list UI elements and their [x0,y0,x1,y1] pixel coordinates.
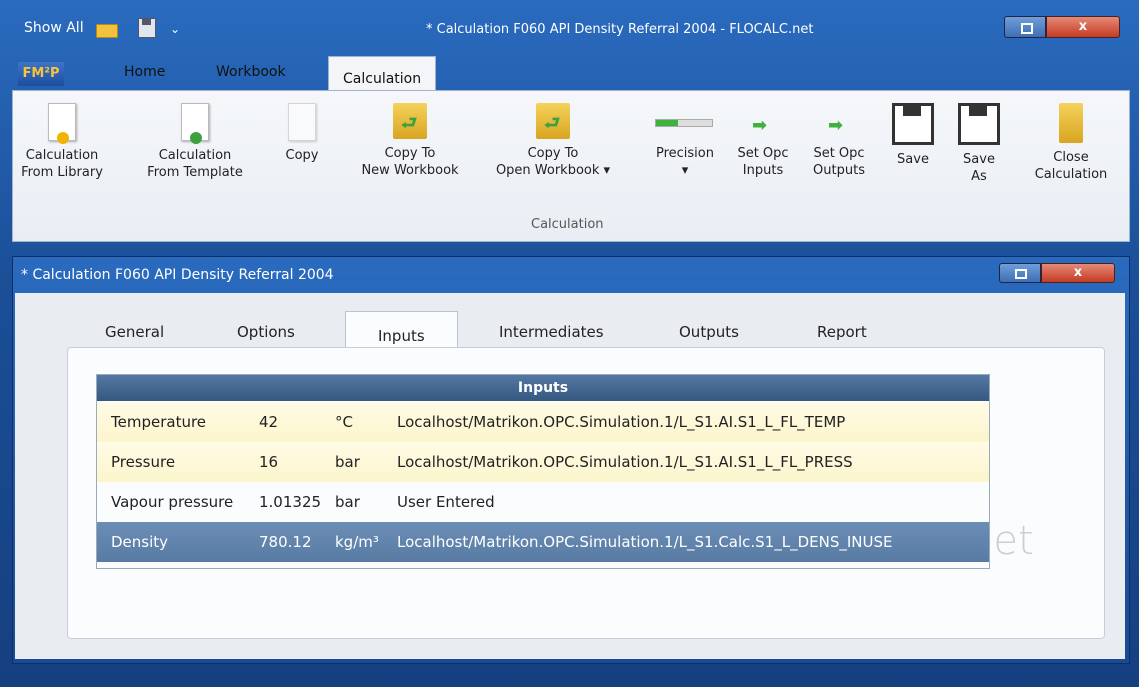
inputs-grid: Inputs Temperature 42 °C Localhost/Matri… [96,374,990,569]
floppy-disk-icon [892,103,934,145]
window-title: * Calculation F060 API Density Referral … [426,22,814,37]
button-label: New Workbook [361,163,459,178]
tab-options[interactable]: Options [237,323,295,341]
button-label: Set Opc [813,146,865,161]
button-label: Calculation [1034,167,1108,182]
copy-button[interactable]: Copy [277,103,327,164]
save-as-button[interactable]: Save As [949,103,1009,185]
input-value[interactable]: 16 [259,442,278,482]
fmp-app-menu-button[interactable]: FM²P [18,62,64,86]
button-label: Save [897,152,929,167]
input-unit: bar [335,493,360,511]
save-disk-icon[interactable] [138,18,156,38]
calculation-from-template-button[interactable]: Calculation From Template [135,103,255,181]
button-label: Copy To [527,146,579,161]
input-name: Vapour pressure [111,493,234,511]
quick-access-dropdown-icon[interactable]: ⌄ [170,22,180,36]
close-window-button[interactable]: x [1046,16,1120,38]
library-document-icon [48,103,76,144]
tab-workbook[interactable]: Workbook [216,64,286,80]
set-opc-outputs-button[interactable]: ➡ Set Opc Outputs [807,103,871,179]
button-label: From Template [147,165,243,180]
button-label: Copy [285,148,319,163]
show-all-button[interactable]: Show All [24,20,84,36]
input-name: Density [111,533,169,551]
ribbon-panel: Calculation From Library Calculation Fro… [12,90,1130,242]
save-button[interactable]: Save [889,103,937,168]
ribbon-group-label: Calculation [531,217,604,232]
tab-intermediates[interactable]: Intermediates [499,323,604,341]
input-unit: bar [335,453,360,471]
inputs-tab-panel: net Inputs Temperature 42 °C Localhost/M… [67,347,1105,639]
restore-window-button[interactable] [1004,16,1046,38]
open-folder-icon[interactable] [96,24,118,38]
input-source[interactable]: Localhost/Matrikon.OPC.Simulation.1/L_S1… [397,522,892,562]
button-label: As [971,169,987,184]
input-name: Temperature [111,413,207,431]
table-row[interactable]: Vapour pressure 1.01325 bar User Entered [97,482,989,522]
button-label: Open Workbook ▾ [495,163,611,178]
input-source[interactable]: Localhost/Matrikon.OPC.Simulation.1/L_S1… [397,402,845,442]
input-value[interactable]: 42 [259,402,278,442]
calculation-from-library-button[interactable]: Calculation From Library [21,103,103,181]
button-label: ▾ [681,163,689,178]
ribbon-tab-strip: FM²P Home Workbook Calculation [12,56,1128,91]
copy-document-icon [288,103,316,141]
folder-arrow-icon: ⮐ [393,103,427,139]
button-label: Save [963,152,995,167]
child-window-body: General Options Inputs Intermediates Out… [15,293,1125,659]
close-folder-icon [1059,103,1083,143]
tab-inputs[interactable]: Inputs [345,311,458,350]
tab-outputs[interactable]: Outputs [679,323,739,341]
copy-to-new-workbook-button[interactable]: ⮐ Copy To New Workbook [345,103,475,179]
application-window: Show All ⌄ * Calculation F060 API Densit… [0,0,1139,687]
precision-slider-icon [655,103,715,139]
child-window-title: * Calculation F060 API Density Referral … [21,267,334,283]
button-label: Inputs [742,163,784,178]
button-label: Precision [655,146,714,161]
input-unit: °C [335,413,353,431]
input-unit: kg/m³ [335,533,379,551]
child-restore-button[interactable] [999,263,1041,283]
button-label: Close [1053,150,1089,165]
input-source[interactable]: Localhost/Matrikon.OPC.Simulation.1/L_S1… [397,442,853,482]
opc-arrow-icon: ➡ [828,115,844,136]
copy-to-open-workbook-button[interactable]: ⮐ Copy To Open Workbook ▾ [483,103,623,179]
precision-dropdown-button[interactable]: Precision ▾ [645,103,725,179]
input-name: Pressure [111,453,176,471]
calculation-child-window: * Calculation F060 API Density Referral … [12,256,1130,664]
input-value[interactable]: 780.12 [259,522,312,562]
template-document-icon [181,103,209,144]
input-value[interactable]: 1.01325 [259,482,321,522]
button-label: Calculation [158,148,232,163]
tab-calculation[interactable]: Calculation [328,56,437,91]
inputs-grid-header: Inputs [97,375,989,401]
table-row-selected[interactable]: Density 780.12 kg/m³ Localhost/Matrikon.… [97,522,989,562]
title-bar: Show All ⌄ * Calculation F060 API Densit… [0,0,1139,46]
calculation-tab-strip: General Options Inputs Intermediates Out… [15,309,1115,350]
tab-report[interactable]: Report [817,323,867,341]
input-source[interactable]: User Entered [397,482,495,522]
table-row[interactable]: Pressure 16 bar Localhost/Matrikon.OPC.S… [97,442,989,482]
child-close-button[interactable]: x [1041,263,1115,283]
table-row[interactable]: Temperature 42 °C Localhost/Matrikon.OPC… [97,402,989,442]
opc-arrow-icon: ➡ [752,115,768,136]
close-calculation-button[interactable]: Close Calculation [1025,103,1117,183]
button-label: Calculation [25,148,99,163]
tab-home[interactable]: Home [124,64,165,80]
set-opc-inputs-button[interactable]: ➡ Set Opc Inputs [731,103,795,179]
button-label: Set Opc [737,146,789,161]
floppy-disk-pencil-icon [958,103,1000,145]
folder-arrow-icon: ⮐ [536,103,570,139]
button-label: From Library [21,165,103,180]
button-label: Outputs [813,163,865,178]
tab-general[interactable]: General [105,323,164,341]
button-label: Copy To [384,146,436,161]
